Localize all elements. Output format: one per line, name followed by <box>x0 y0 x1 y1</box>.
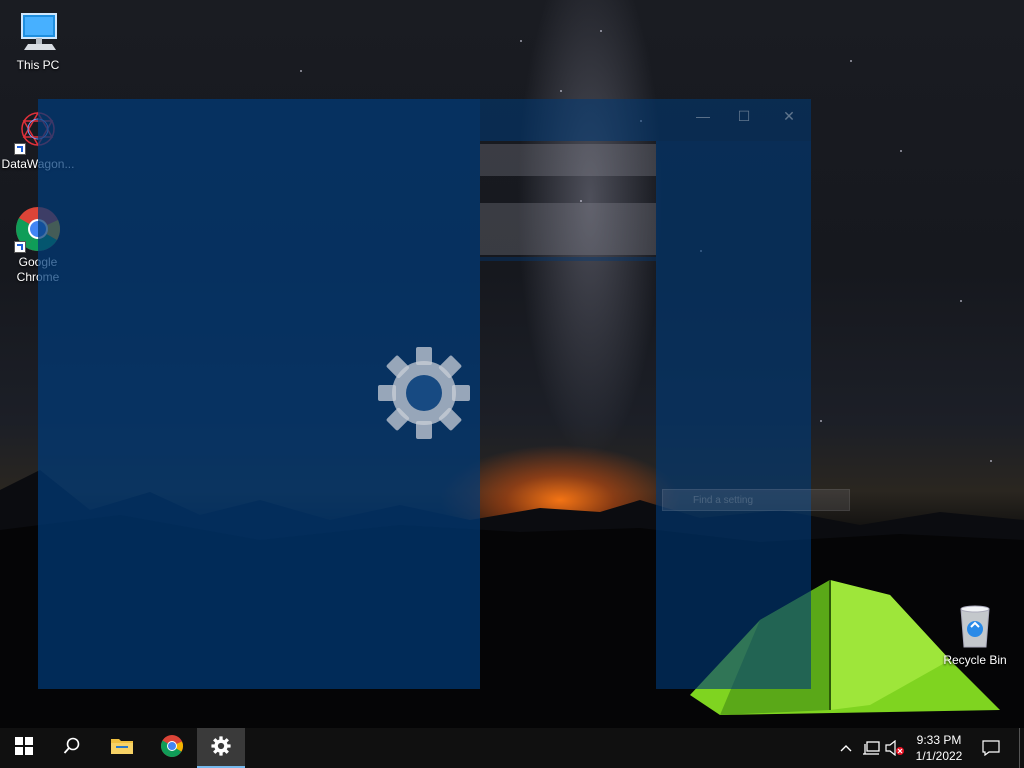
clock-date: 1/1/2022 <box>915 749 963 763</box>
gear-icon <box>376 345 472 441</box>
settings-window[interactable]: — ☐ ✕ Find a setting <box>38 99 850 689</box>
network-icon[interactable] <box>860 738 882 758</box>
chrome-icon <box>160 734 184 763</box>
folder-icon <box>110 736 134 761</box>
gear-icon <box>211 735 231 761</box>
clock-time: 9:33 PM <box>916 733 962 747</box>
desktop-icon-recycle-bin[interactable]: Recycle Bin <box>937 603 1013 668</box>
desktop-icon-label: Recycle Bin <box>943 653 1007 667</box>
minimize-button[interactable]: — <box>683 103 723 129</box>
action-center-icon[interactable] <box>980 738 1002 758</box>
tray-chevron-up-icon[interactable] <box>838 738 854 758</box>
taskbar-google-chrome[interactable] <box>148 728 196 768</box>
settings-search-input[interactable]: Find a setting <box>662 489 850 511</box>
search-button[interactable] <box>48 728 96 768</box>
settings-splash-right-pane <box>656 141 811 689</box>
taskbar-file-explorer[interactable] <box>98 728 146 768</box>
start-button[interactable] <box>0 728 48 768</box>
settings-ghost-block <box>480 203 656 255</box>
maximize-button[interactable]: ☐ <box>724 103 764 129</box>
shortcut-arrow-icon <box>14 241 26 253</box>
windows-logo-icon <box>15 736 33 760</box>
recycle-bin-icon <box>951 603 999 651</box>
taskbar-clock[interactable]: 9:33 PM 1/1/2022 <box>900 732 978 764</box>
settings-ghost-divider <box>480 257 656 261</box>
computer-icon <box>14 8 62 56</box>
close-button[interactable]: ✕ <box>769 103 809 129</box>
desktop-icon-label: This PC <box>16 58 60 72</box>
taskbar: 9:33 PM 1/1/2022 <box>0 728 1024 768</box>
desktop-icon-this-pc[interactable]: This PC <box>0 8 76 73</box>
taskbar-settings[interactable] <box>197 728 245 768</box>
show-desktop-button[interactable] <box>1019 728 1024 768</box>
search-icon <box>63 737 81 760</box>
shortcut-arrow-icon <box>14 143 26 155</box>
settings-ghost-header <box>480 144 656 176</box>
